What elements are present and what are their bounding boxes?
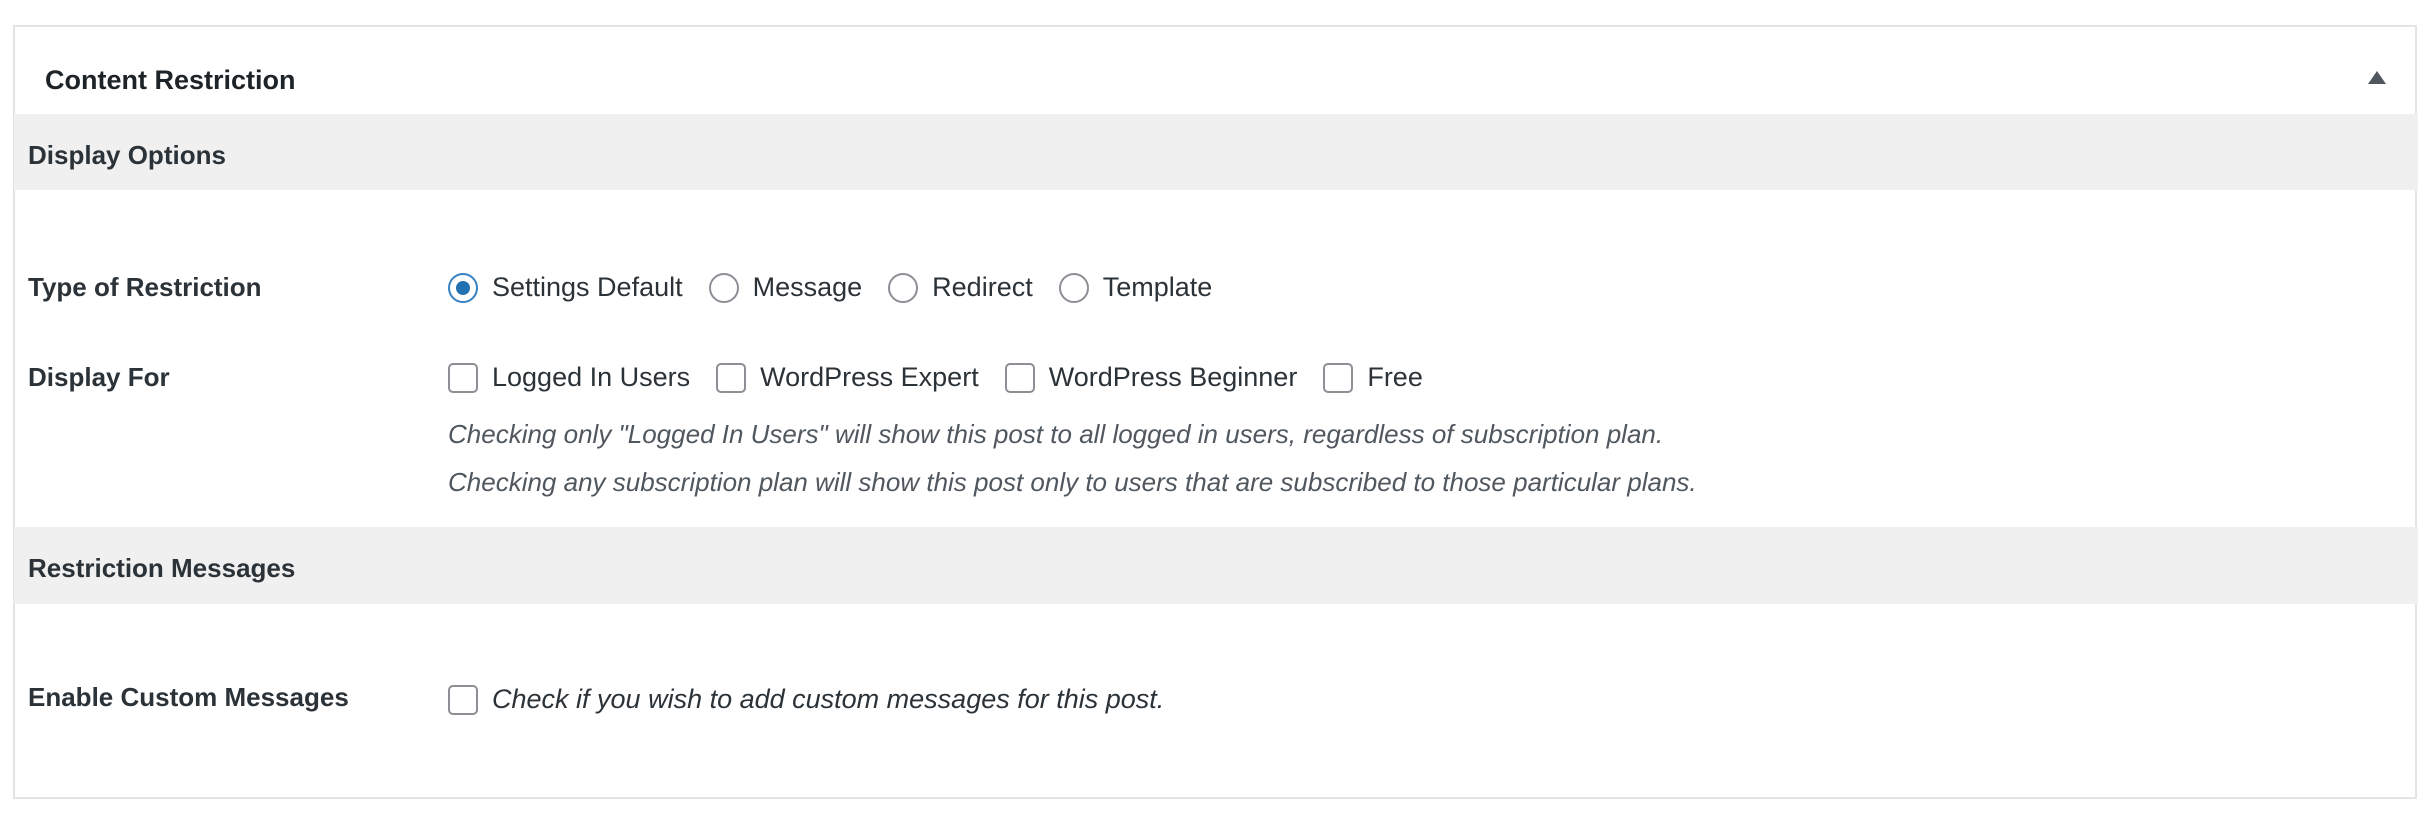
radio-label: Message bbox=[752, 272, 863, 302]
radio-button[interactable] bbox=[708, 272, 739, 303]
restriction-messages-title: Restriction Messages bbox=[28, 553, 296, 583]
checkbox[interactable] bbox=[448, 362, 478, 393]
display-for-description-1: Checking only "Logged In Users" will sho… bbox=[448, 419, 1664, 449]
triangle-up-icon bbox=[2368, 70, 2386, 84]
type-of-restriction-label: Type of Restriction bbox=[28, 272, 262, 302]
radio-label: Redirect bbox=[932, 272, 1033, 302]
checkbox[interactable] bbox=[1323, 362, 1354, 393]
radio-label: Template bbox=[1102, 272, 1213, 302]
checkbox-option-free[interactable]: Free bbox=[1323, 362, 1423, 393]
checkbox-label: Check if you wish to add custom messages… bbox=[492, 684, 1165, 714]
checkbox-option-wordpress-beginner[interactable]: WordPress Beginner bbox=[1004, 362, 1298, 393]
type-of-restriction-options: Settings Default Message Redirect Templa… bbox=[448, 272, 1238, 303]
checkbox-label: Free bbox=[1367, 362, 1423, 392]
checkbox-option-wordpress-expert[interactable]: WordPress Expert bbox=[716, 362, 979, 393]
display-for-description-2: Checking any subscription plan will show… bbox=[448, 467, 1697, 497]
enable-custom-messages-label: Enable Custom Messages bbox=[28, 682, 349, 712]
display-options-title: Display Options bbox=[28, 140, 226, 170]
radio-option-message[interactable]: Message bbox=[708, 272, 863, 303]
display-for-options: Logged In Users WordPress Expert WordPre… bbox=[448, 362, 1449, 393]
metabox-title: Content Restriction bbox=[45, 65, 296, 95]
radio-button[interactable] bbox=[1058, 272, 1089, 303]
checkbox[interactable] bbox=[1004, 362, 1035, 393]
radio-option-settings-default[interactable]: Settings Default bbox=[448, 272, 683, 303]
radio-button[interactable] bbox=[888, 272, 919, 303]
radio-option-redirect[interactable]: Redirect bbox=[888, 272, 1033, 303]
radio-label: Settings Default bbox=[492, 272, 683, 302]
display-for-label: Display For bbox=[28, 362, 170, 392]
checkbox-label: WordPress Beginner bbox=[1048, 362, 1298, 392]
restriction-messages-section-header: Restriction Messages bbox=[14, 527, 2418, 604]
checkbox[interactable] bbox=[448, 684, 478, 715]
checkbox[interactable] bbox=[716, 362, 747, 393]
checkbox-label: Logged In Users bbox=[492, 362, 691, 392]
checkbox-label: WordPress Expert bbox=[760, 362, 979, 392]
checkbox-option-custom-messages[interactable]: Check if you wish to add custom messages… bbox=[448, 684, 1164, 715]
enable-custom-messages-options: Check if you wish to add custom messages… bbox=[448, 684, 1190, 715]
display-options-section-header: Display Options bbox=[14, 114, 2418, 190]
collapse-toggle-button[interactable] bbox=[2357, 57, 2397, 97]
radio-option-template[interactable]: Template bbox=[1058, 272, 1213, 303]
checkbox-option-logged-in-users[interactable]: Logged In Users bbox=[448, 362, 690, 393]
radio-button[interactable] bbox=[448, 272, 478, 303]
